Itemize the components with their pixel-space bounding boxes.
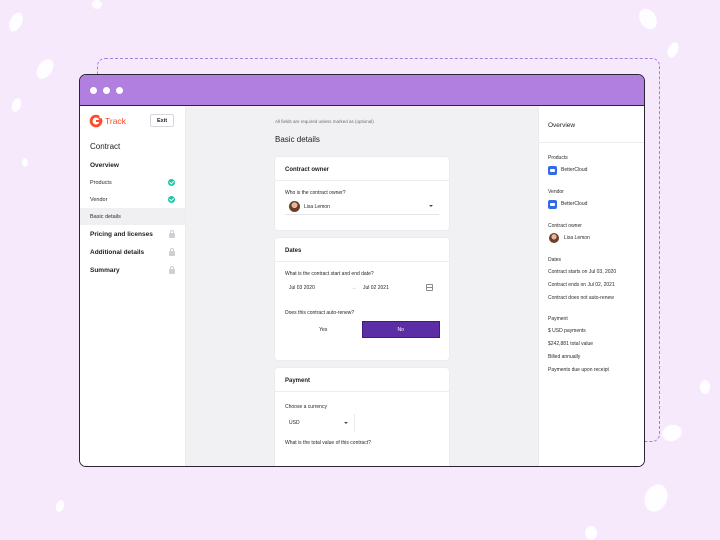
- sidebar-item-summary[interactable]: Summary: [80, 261, 185, 279]
- currency-select-value: USD: [289, 420, 300, 426]
- overview-owner-label: Contract owner: [548, 223, 582, 229]
- dates-card: Dates What is the contract start and end…: [275, 238, 449, 360]
- payment-card: Payment Choose a currency USD What is th…: [275, 368, 449, 466]
- lock-icon: [169, 230, 175, 238]
- lock-icon: [169, 248, 175, 256]
- overview-date-line: Contract starts on Jul 03, 2020: [548, 268, 617, 275]
- card-title: Payment: [285, 378, 311, 384]
- overview-payment-line: Payments due upon receipt: [548, 366, 609, 373]
- browser-window: Track Exit Contract Overview Products Ve…: [79, 74, 645, 467]
- avatar: [289, 201, 300, 212]
- background-blob: [22, 158, 28, 167]
- sidebar-item-label: Vendor: [90, 196, 108, 203]
- contract-owner-card: Contract owner Who is the contract owner…: [275, 157, 449, 230]
- brand-name: Track: [105, 116, 126, 126]
- overview-date-line: Contract does not auto-renew: [548, 294, 614, 301]
- sidebar-item-label: Products: [90, 179, 112, 186]
- currency-question: Choose a currency: [285, 404, 327, 410]
- avatar: [549, 233, 559, 243]
- app-body: Track Exit Contract Overview Products Ve…: [80, 106, 644, 466]
- overview-payment-label: Payment: [548, 316, 568, 322]
- arrow-right-icon: →: [351, 285, 357, 291]
- sidebar-item-pricing-and-licenses[interactable]: Pricing and licenses: [80, 225, 185, 243]
- sidebar-item-overview[interactable]: Overview: [80, 156, 185, 174]
- background-blob: [635, 5, 661, 33]
- overview-payment-line: Billed annually: [548, 353, 581, 360]
- background-blob: [585, 526, 597, 540]
- bettercloud-logo-icon: [548, 199, 557, 209]
- end-date-field[interactable]: Jul 02 2021: [363, 285, 389, 291]
- sidebar-item-label: Basic details: [90, 213, 121, 220]
- chevron-down-icon: [344, 421, 348, 424]
- total-value-question: What is the total value of this contract…: [285, 440, 371, 446]
- divider: [275, 261, 449, 262]
- owner-select-value: Lisa Lemon: [304, 203, 330, 210]
- window-dot-icon[interactable]: [90, 86, 97, 94]
- window-dot-icon[interactable]: [116, 86, 123, 94]
- background-blob: [9, 96, 24, 114]
- autorenew-no-button[interactable]: No: [361, 321, 440, 338]
- divider: [539, 142, 644, 143]
- currency-select[interactable]: USD: [285, 414, 355, 432]
- owner-select[interactable]: Lisa Lemon: [285, 199, 439, 215]
- sidebar-item-label: Summary: [90, 266, 120, 274]
- sidebar-item-label: Pricing and licenses: [90, 230, 153, 238]
- dates-question: What is the contract start and end date?: [285, 271, 374, 277]
- overview-payment-line: $ USD payments: [548, 327, 586, 334]
- page-title: Basic details: [275, 135, 320, 144]
- overview-panel: Overview Products BetterCloud Vendor Bet…: [538, 106, 644, 466]
- background-blob: [659, 422, 685, 444]
- divider: [275, 180, 449, 181]
- autorenew-question: Does this contract auto-renew?: [285, 310, 355, 316]
- background-blob: [92, 0, 102, 9]
- overview-vendor: BetterCloud: [548, 197, 644, 211]
- sidebar-item-vendor[interactable]: Vendor: [80, 191, 185, 208]
- main-content: All fields are required unless marked as…: [186, 106, 538, 466]
- overview-product-name: BetterCloud: [561, 167, 588, 173]
- card-title: Dates: [285, 248, 302, 254]
- autorenew-yes-button[interactable]: Yes: [285, 321, 362, 338]
- check-circle-icon: [168, 179, 175, 186]
- overview-title: Overview: [548, 122, 576, 129]
- calendar-icon[interactable]: [426, 284, 433, 291]
- exit-button[interactable]: Exit: [150, 114, 174, 127]
- autorenew-toggle: Yes No: [285, 321, 440, 338]
- background-blob: [640, 480, 672, 516]
- sidebar-item-label: Overview: [90, 161, 119, 169]
- overview-owner: Lisa Lemon: [548, 231, 644, 245]
- overview-products-label: Products: [548, 155, 568, 161]
- window-dot-icon[interactable]: [103, 86, 110, 94]
- overview-product: BetterCloud: [548, 163, 644, 177]
- sidebar-title: Contract: [90, 142, 121, 151]
- card-title: Contract owner: [285, 167, 330, 173]
- background-blob: [32, 55, 58, 83]
- date-range-picker[interactable]: Jul 03 2020 → Jul 02 2021: [285, 280, 439, 296]
- overview-owner-name: Lisa Lemon: [564, 235, 590, 241]
- chevron-down-icon: [429, 205, 433, 207]
- bettercloud-logo-icon: [548, 165, 557, 175]
- sidebar: Track Exit Contract Overview Products Ve…: [80, 106, 186, 466]
- overview-vendor-name: BetterCloud: [561, 201, 588, 207]
- overview-date-line: Contract ends on Jul 02, 2021: [548, 281, 615, 288]
- divider: [275, 391, 449, 392]
- overview-dates-label: Dates: [548, 257, 562, 263]
- sidebar-item-products[interactable]: Products: [80, 174, 185, 191]
- g2-logo-icon: [89, 114, 103, 128]
- background-blob: [700, 380, 710, 394]
- sidebar-item-additional-details[interactable]: Additional details: [80, 243, 185, 261]
- sidebar-item-label: Additional details: [90, 248, 145, 256]
- window-titlebar: [80, 75, 644, 106]
- lock-icon: [169, 266, 175, 274]
- check-circle-icon: [168, 196, 175, 203]
- overview-vendor-label: Vendor: [548, 189, 564, 195]
- required-fields-hint: All fields are required unless marked as…: [275, 119, 374, 124]
- owner-question: Who is the contract owner?: [285, 190, 346, 196]
- background-blob: [54, 498, 66, 514]
- start-date-field[interactable]: Jul 03 2020: [289, 285, 351, 291]
- sidebar-item-basic-details[interactable]: Basic details: [80, 208, 185, 225]
- background-blob: [6, 10, 26, 34]
- background-blob: [665, 40, 681, 60]
- overview-payment-line: $242,881 total value: [548, 340, 594, 347]
